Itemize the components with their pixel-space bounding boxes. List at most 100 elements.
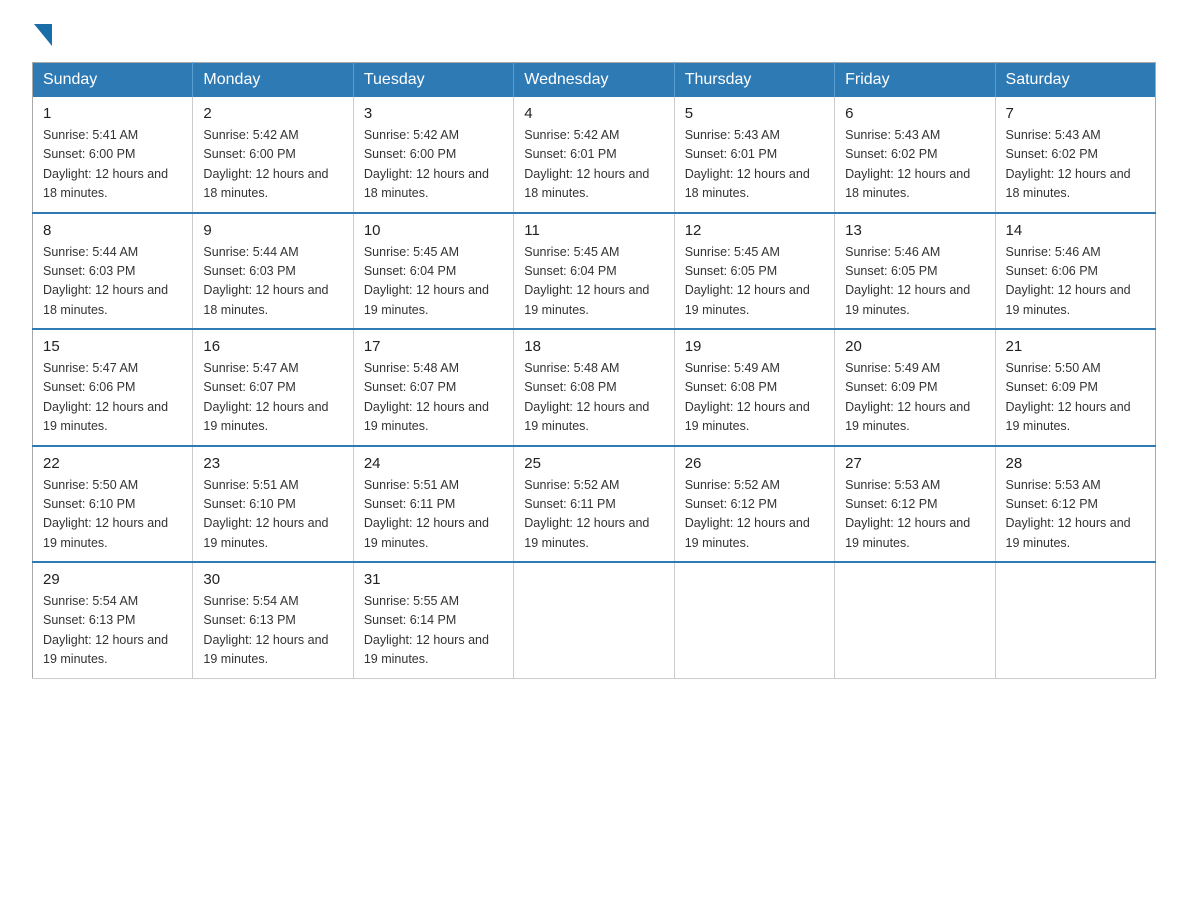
calendar-cell: 17 Sunrise: 5:48 AM Sunset: 6:07 PM Dayl… <box>353 329 513 446</box>
calendar-cell: 26 Sunrise: 5:52 AM Sunset: 6:12 PM Dayl… <box>674 446 834 563</box>
day-number: 5 <box>685 105 824 122</box>
day-info: Sunrise: 5:48 AM Sunset: 6:07 PM Dayligh… <box>364 359 503 437</box>
calendar-cell: 14 Sunrise: 5:46 AM Sunset: 6:06 PM Dayl… <box>995 213 1155 330</box>
calendar-cell <box>995 562 1155 678</box>
calendar-cell: 22 Sunrise: 5:50 AM Sunset: 6:10 PM Dayl… <box>33 446 193 563</box>
day-info: Sunrise: 5:44 AM Sunset: 6:03 PM Dayligh… <box>43 243 182 321</box>
calendar-week-row: 1 Sunrise: 5:41 AM Sunset: 6:00 PM Dayli… <box>33 97 1156 213</box>
calendar-week-row: 15 Sunrise: 5:47 AM Sunset: 6:06 PM Dayl… <box>33 329 1156 446</box>
day-number: 23 <box>203 455 342 472</box>
calendar-week-row: 8 Sunrise: 5:44 AM Sunset: 6:03 PM Dayli… <box>33 213 1156 330</box>
calendar-cell: 31 Sunrise: 5:55 AM Sunset: 6:14 PM Dayl… <box>353 562 513 678</box>
day-info: Sunrise: 5:52 AM Sunset: 6:12 PM Dayligh… <box>685 476 824 554</box>
day-info: Sunrise: 5:47 AM Sunset: 6:07 PM Dayligh… <box>203 359 342 437</box>
calendar-cell: 15 Sunrise: 5:47 AM Sunset: 6:06 PM Dayl… <box>33 329 193 446</box>
day-number: 24 <box>364 455 503 472</box>
calendar-cell: 6 Sunrise: 5:43 AM Sunset: 6:02 PM Dayli… <box>835 97 995 213</box>
calendar-cell: 7 Sunrise: 5:43 AM Sunset: 6:02 PM Dayli… <box>995 97 1155 213</box>
day-number: 17 <box>364 338 503 355</box>
header-monday: Monday <box>193 63 353 98</box>
page-header <box>32 24 1156 42</box>
calendar-cell: 24 Sunrise: 5:51 AM Sunset: 6:11 PM Dayl… <box>353 446 513 563</box>
calendar-cell: 5 Sunrise: 5:43 AM Sunset: 6:01 PM Dayli… <box>674 97 834 213</box>
day-number: 12 <box>685 222 824 239</box>
calendar-week-row: 22 Sunrise: 5:50 AM Sunset: 6:10 PM Dayl… <box>33 446 1156 563</box>
calendar-cell: 25 Sunrise: 5:52 AM Sunset: 6:11 PM Dayl… <box>514 446 674 563</box>
calendar-cell: 16 Sunrise: 5:47 AM Sunset: 6:07 PM Dayl… <box>193 329 353 446</box>
day-info: Sunrise: 5:54 AM Sunset: 6:13 PM Dayligh… <box>43 592 182 670</box>
calendar-cell: 10 Sunrise: 5:45 AM Sunset: 6:04 PM Dayl… <box>353 213 513 330</box>
day-number: 9 <box>203 222 342 239</box>
day-info: Sunrise: 5:46 AM Sunset: 6:06 PM Dayligh… <box>1006 243 1145 321</box>
calendar-cell: 9 Sunrise: 5:44 AM Sunset: 6:03 PM Dayli… <box>193 213 353 330</box>
day-number: 1 <box>43 105 182 122</box>
day-info: Sunrise: 5:55 AM Sunset: 6:14 PM Dayligh… <box>364 592 503 670</box>
calendar-cell: 12 Sunrise: 5:45 AM Sunset: 6:05 PM Dayl… <box>674 213 834 330</box>
day-info: Sunrise: 5:46 AM Sunset: 6:05 PM Dayligh… <box>845 243 984 321</box>
day-number: 15 <box>43 338 182 355</box>
day-number: 4 <box>524 105 663 122</box>
day-number: 13 <box>845 222 984 239</box>
calendar-cell: 18 Sunrise: 5:48 AM Sunset: 6:08 PM Dayl… <box>514 329 674 446</box>
calendar-cell: 19 Sunrise: 5:49 AM Sunset: 6:08 PM Dayl… <box>674 329 834 446</box>
header-thursday: Thursday <box>674 63 834 98</box>
day-info: Sunrise: 5:53 AM Sunset: 6:12 PM Dayligh… <box>845 476 984 554</box>
day-number: 20 <box>845 338 984 355</box>
day-number: 3 <box>364 105 503 122</box>
day-number: 18 <box>524 338 663 355</box>
day-info: Sunrise: 5:48 AM Sunset: 6:08 PM Dayligh… <box>524 359 663 437</box>
day-number: 25 <box>524 455 663 472</box>
calendar-table: SundayMondayTuesdayWednesdayThursdayFrid… <box>32 62 1156 679</box>
header-friday: Friday <box>835 63 995 98</box>
day-number: 29 <box>43 571 182 588</box>
day-number: 7 <box>1006 105 1145 122</box>
calendar-cell <box>835 562 995 678</box>
header-saturday: Saturday <box>995 63 1155 98</box>
day-number: 6 <box>845 105 984 122</box>
logo-triangle-icon <box>34 24 52 46</box>
calendar-cell: 4 Sunrise: 5:42 AM Sunset: 6:01 PM Dayli… <box>514 97 674 213</box>
day-info: Sunrise: 5:50 AM Sunset: 6:10 PM Dayligh… <box>43 476 182 554</box>
day-info: Sunrise: 5:42 AM Sunset: 6:01 PM Dayligh… <box>524 126 663 204</box>
day-info: Sunrise: 5:43 AM Sunset: 6:02 PM Dayligh… <box>1006 126 1145 204</box>
calendar-cell: 20 Sunrise: 5:49 AM Sunset: 6:09 PM Dayl… <box>835 329 995 446</box>
day-info: Sunrise: 5:45 AM Sunset: 6:04 PM Dayligh… <box>524 243 663 321</box>
calendar-cell: 3 Sunrise: 5:42 AM Sunset: 6:00 PM Dayli… <box>353 97 513 213</box>
day-info: Sunrise: 5:49 AM Sunset: 6:09 PM Dayligh… <box>845 359 984 437</box>
calendar-cell: 27 Sunrise: 5:53 AM Sunset: 6:12 PM Dayl… <box>835 446 995 563</box>
calendar-week-row: 29 Sunrise: 5:54 AM Sunset: 6:13 PM Dayl… <box>33 562 1156 678</box>
day-info: Sunrise: 5:41 AM Sunset: 6:00 PM Dayligh… <box>43 126 182 204</box>
day-info: Sunrise: 5:52 AM Sunset: 6:11 PM Dayligh… <box>524 476 663 554</box>
day-info: Sunrise: 5:50 AM Sunset: 6:09 PM Dayligh… <box>1006 359 1145 437</box>
header-wednesday: Wednesday <box>514 63 674 98</box>
day-number: 16 <box>203 338 342 355</box>
day-number: 28 <box>1006 455 1145 472</box>
day-number: 26 <box>685 455 824 472</box>
day-info: Sunrise: 5:53 AM Sunset: 6:12 PM Dayligh… <box>1006 476 1145 554</box>
day-number: 21 <box>1006 338 1145 355</box>
day-info: Sunrise: 5:42 AM Sunset: 6:00 PM Dayligh… <box>364 126 503 204</box>
day-info: Sunrise: 5:44 AM Sunset: 6:03 PM Dayligh… <box>203 243 342 321</box>
calendar-cell: 28 Sunrise: 5:53 AM Sunset: 6:12 PM Dayl… <box>995 446 1155 563</box>
calendar-cell: 2 Sunrise: 5:42 AM Sunset: 6:00 PM Dayli… <box>193 97 353 213</box>
calendar-header-row: SundayMondayTuesdayWednesdayThursdayFrid… <box>33 63 1156 98</box>
header-sunday: Sunday <box>33 63 193 98</box>
day-number: 19 <box>685 338 824 355</box>
day-number: 8 <box>43 222 182 239</box>
day-number: 31 <box>364 571 503 588</box>
day-info: Sunrise: 5:51 AM Sunset: 6:11 PM Dayligh… <box>364 476 503 554</box>
day-number: 22 <box>43 455 182 472</box>
day-number: 27 <box>845 455 984 472</box>
calendar-cell: 30 Sunrise: 5:54 AM Sunset: 6:13 PM Dayl… <box>193 562 353 678</box>
calendar-cell: 29 Sunrise: 5:54 AM Sunset: 6:13 PM Dayl… <box>33 562 193 678</box>
day-number: 10 <box>364 222 503 239</box>
calendar-cell <box>674 562 834 678</box>
day-info: Sunrise: 5:45 AM Sunset: 6:04 PM Dayligh… <box>364 243 503 321</box>
logo <box>32 24 54 42</box>
logo-text <box>32 24 54 46</box>
day-info: Sunrise: 5:54 AM Sunset: 6:13 PM Dayligh… <box>203 592 342 670</box>
header-tuesday: Tuesday <box>353 63 513 98</box>
day-info: Sunrise: 5:51 AM Sunset: 6:10 PM Dayligh… <box>203 476 342 554</box>
calendar-cell: 23 Sunrise: 5:51 AM Sunset: 6:10 PM Dayl… <box>193 446 353 563</box>
calendar-cell <box>514 562 674 678</box>
